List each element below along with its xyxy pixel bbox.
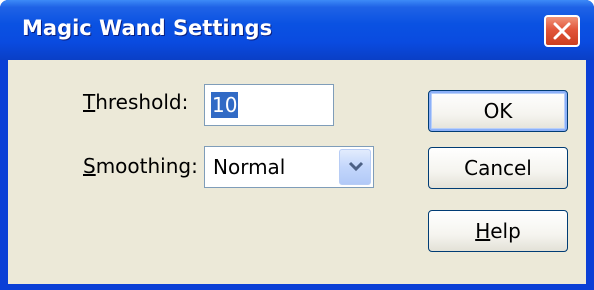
dialog-window: Magic Wand Settings Threshold: 10 Smooth… <box>0 0 594 290</box>
help-button[interactable]: Help <box>428 210 568 252</box>
help-label-text: elp <box>490 219 521 243</box>
smoothing-label-text: moothing: <box>95 154 198 178</box>
dialog-client-area: Threshold: 10 Smoothing: Normal OK Cance… <box>8 60 586 284</box>
cancel-button[interactable]: Cancel <box>428 147 568 189</box>
ok-button[interactable]: OK <box>428 90 568 132</box>
threshold-input[interactable]: 10 <box>204 84 334 126</box>
title-bar[interactable]: Magic Wand Settings <box>0 0 594 60</box>
smoothing-dropdown-button[interactable] <box>339 149 371 185</box>
help-label-accel: H <box>475 219 491 243</box>
smoothing-select[interactable]: Normal <box>204 146 374 188</box>
window-title: Magic Wand Settings <box>22 16 273 40</box>
close-button[interactable] <box>544 15 580 47</box>
threshold-label-text: hreshold: <box>95 90 189 114</box>
threshold-value: 10 <box>211 92 239 118</box>
close-icon <box>553 22 571 40</box>
smoothing-label-accel: S <box>83 154 96 178</box>
smoothing-selected-value: Normal <box>213 155 286 179</box>
smoothing-label: Smoothing: <box>83 154 198 178</box>
chevron-down-icon <box>348 161 364 172</box>
threshold-label: Threshold: <box>83 90 188 114</box>
threshold-label-accel: T <box>83 90 96 114</box>
